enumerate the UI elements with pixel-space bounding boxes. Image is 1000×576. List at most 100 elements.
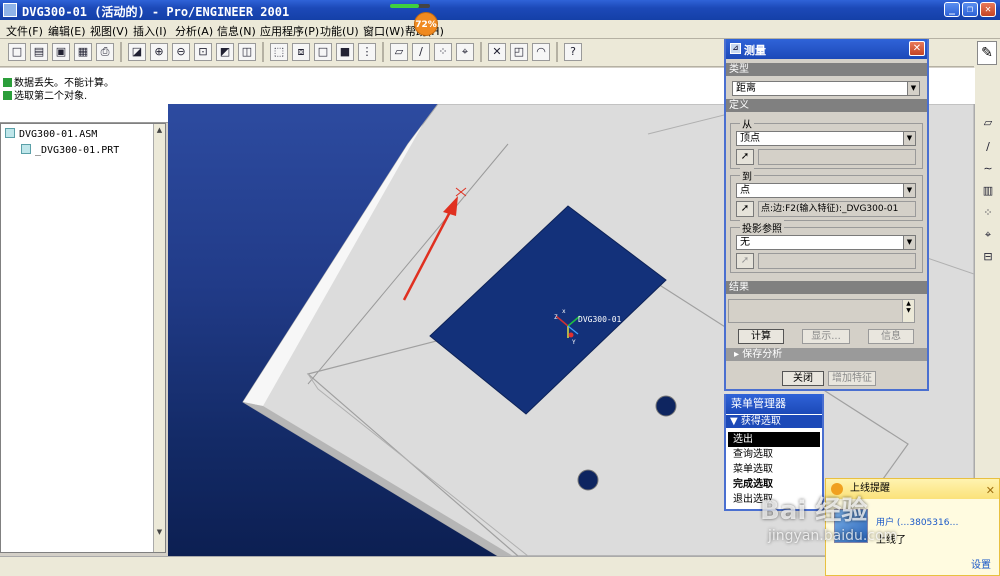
close-icon[interactable]: ✕ — [986, 481, 995, 501]
model-tree: DVG300-01.ASM _DVG300-01.PRT ▲ ▼ — [0, 123, 166, 553]
menu-manager-subtitle[interactable]: ▼ 获得选取 — [726, 414, 822, 428]
chevron-down-icon[interactable]: ▼ — [903, 132, 915, 145]
menu-item-pick[interactable]: 选出 — [728, 432, 820, 447]
title-bar: DVG300-01 (活动的) - Pro/ENGINEER 2001 _ ❐ … — [0, 0, 1000, 20]
wireframe-icon[interactable]: ⬚ — [270, 43, 288, 61]
type-section-label: 类型 — [726, 63, 927, 76]
add-feature-button[interactable]: 增加特征 — [828, 371, 876, 386]
scroll-down-icon[interactable]: ▼ — [155, 528, 164, 538]
maximize-button[interactable]: ❐ — [962, 2, 978, 17]
notification-user-link[interactable]: 用户 (…3805316… — [876, 515, 958, 528]
menu-window[interactable]: 窗口(W) — [363, 23, 404, 39]
chevron-down-icon[interactable]: ▼ — [903, 184, 915, 197]
part-icon — [21, 144, 31, 154]
toolbar-separator — [480, 42, 482, 62]
curve-tool-icon[interactable]: ∼ — [979, 160, 997, 178]
sketch-pen-icon[interactable]: ✎ — [977, 41, 997, 65]
orient-icon[interactable]: ◩ — [216, 43, 234, 61]
toolbar-separator — [120, 42, 122, 62]
tree-item-asm[interactable]: DVG300-01.ASM — [5, 128, 97, 140]
menu-file[interactable]: 文件(F) — [6, 23, 43, 39]
info-button[interactable]: 信息 — [868, 329, 914, 344]
result-scrollbar[interactable]: ▲ ▼ — [902, 300, 914, 322]
analysis-tool-icon[interactable]: ⊟ — [979, 248, 997, 266]
warning-icon — [3, 78, 12, 87]
save-analysis-toggle[interactable]: ▸ 保存分析 — [726, 348, 927, 361]
csys-tool-icon[interactable]: ⌖ — [979, 226, 997, 244]
context-help-icon[interactable]: ? — [564, 43, 582, 61]
to-pick-field[interactable]: 点:边:F2(输入特征):_DVG300-01 — [758, 201, 916, 217]
notification-settings-link[interactable]: 设置 — [971, 556, 991, 571]
from-select[interactable]: 顶点 ▼ — [736, 131, 916, 146]
saved-views-icon[interactable]: ◫ — [238, 43, 256, 61]
print-icon[interactable]: ⎙ — [96, 43, 114, 61]
compute-button[interactable]: 计算 — [738, 329, 784, 344]
new-file-icon[interactable]: □ — [8, 43, 26, 61]
to-select[interactable]: 点 ▼ — [736, 183, 916, 198]
model-tree-icon[interactable]: ⋮ — [358, 43, 376, 61]
menu-insert[interactable]: 插入(I) — [133, 23, 167, 39]
right-top-panel: ✎ — [974, 39, 1000, 104]
assembly-icon — [5, 128, 15, 138]
measure-close-icon[interactable]: ✕ — [909, 41, 925, 56]
chevron-down-icon[interactable]: ▼ — [907, 82, 919, 95]
shading-icon[interactable]: ■ — [336, 43, 354, 61]
projection-select[interactable]: 无 ▼ — [736, 235, 916, 250]
from-pick-arrow-icon[interactable]: ➚ — [736, 149, 754, 165]
menu-view[interactable]: 视图(V) — [90, 23, 128, 39]
tree-item-prt[interactable]: _DVG300-01.PRT — [21, 144, 119, 156]
result-box: ▲ ▼ — [728, 299, 915, 323]
menu-analysis[interactable]: 分析(A) — [175, 23, 213, 39]
datum-point-icon[interactable]: ⁘ — [434, 43, 452, 61]
scroll-up-icon[interactable]: ▲ — [155, 126, 164, 136]
point-tool-icon[interactable]: ⁘ — [979, 204, 997, 222]
zoom-out-icon[interactable]: ⊖ — [172, 43, 190, 61]
save-icon[interactable]: ▣ — [52, 43, 70, 61]
projection-pick-arrow-icon[interactable]: ➚ — [736, 253, 754, 269]
display-button[interactable]: 显示... — [802, 329, 850, 344]
save-analysis-label: 保存分析 — [742, 349, 783, 360]
measure-icon: ⊿ — [730, 43, 741, 54]
save-copy-icon[interactable]: ▦ — [74, 43, 92, 61]
zoom-in-icon[interactable]: ⊕ — [150, 43, 168, 61]
close-dialog-button[interactable]: 关闭 — [782, 371, 824, 386]
menu-item-menu-select[interactable]: 菜单选取 — [728, 462, 820, 477]
redraw-icon[interactable]: ◪ — [128, 43, 146, 61]
spin-center-icon[interactable]: ✕ — [488, 43, 506, 61]
tree-scrollbar[interactable]: ▲ ▼ — [153, 124, 165, 552]
from-pick-field[interactable] — [758, 149, 916, 165]
surface-tool-icon[interactable]: ▥ — [979, 182, 997, 200]
datum-axis-icon[interactable]: ∕ — [412, 43, 430, 61]
coord-sys-icon[interactable]: ⌖ — [456, 43, 474, 61]
menu-item-query-select[interactable]: 查询选取 — [728, 447, 820, 462]
orient-mode-icon[interactable]: ◠ — [532, 43, 550, 61]
select-icon[interactable]: ◰ — [510, 43, 528, 61]
minimize-button[interactable]: _ — [944, 2, 960, 17]
menu-bar: 文件(F) 编辑(E) 视图(V) 插入(I) 分析(A) 信息(N) 应用程序… — [0, 20, 1000, 39]
measure-dialog-titlebar: ⊿ 测量 ✕ — [726, 39, 927, 59]
plane-tool-icon[interactable]: ▱ — [979, 114, 997, 132]
hidden-line-icon[interactable]: ⧈ — [292, 43, 310, 61]
message-text: 选取第二个对象. — [14, 91, 88, 102]
type-select[interactable]: 距离 ▼ — [732, 81, 920, 96]
caret-right-icon: ▸ — [734, 349, 743, 360]
close-button[interactable]: ✕ — [980, 2, 996, 17]
model-cs-label: DVG300-01 — [578, 315, 622, 324]
to-pick-arrow-icon[interactable]: ➚ — [736, 201, 754, 217]
menu-applications[interactable]: 应用程序(P) — [260, 23, 319, 39]
tree-item-label: _DVG300-01.PRT — [35, 145, 120, 156]
projection-pick-field[interactable] — [758, 253, 916, 269]
menu-edit[interactable]: 编辑(E) — [48, 23, 86, 39]
axis-y-label: Y — [572, 339, 576, 346]
to-select-value: 点 — [740, 185, 750, 196]
open-folder-icon[interactable]: ▤ — [30, 43, 48, 61]
menu-functions[interactable]: 功能(U) — [320, 23, 359, 39]
fit-view-icon[interactable]: ⊡ — [194, 43, 212, 61]
menu-info[interactable]: 信息(N) — [217, 23, 256, 39]
axis-tool-icon[interactable]: ∕ — [979, 138, 997, 156]
datum-plane-icon[interactable]: ⏥ — [390, 43, 408, 61]
no-hidden-icon[interactable]: □ — [314, 43, 332, 61]
message-line: 选取第二个对象. — [3, 87, 87, 102]
to-label: 到 — [740, 168, 754, 183]
chevron-down-icon[interactable]: ▼ — [903, 236, 915, 249]
